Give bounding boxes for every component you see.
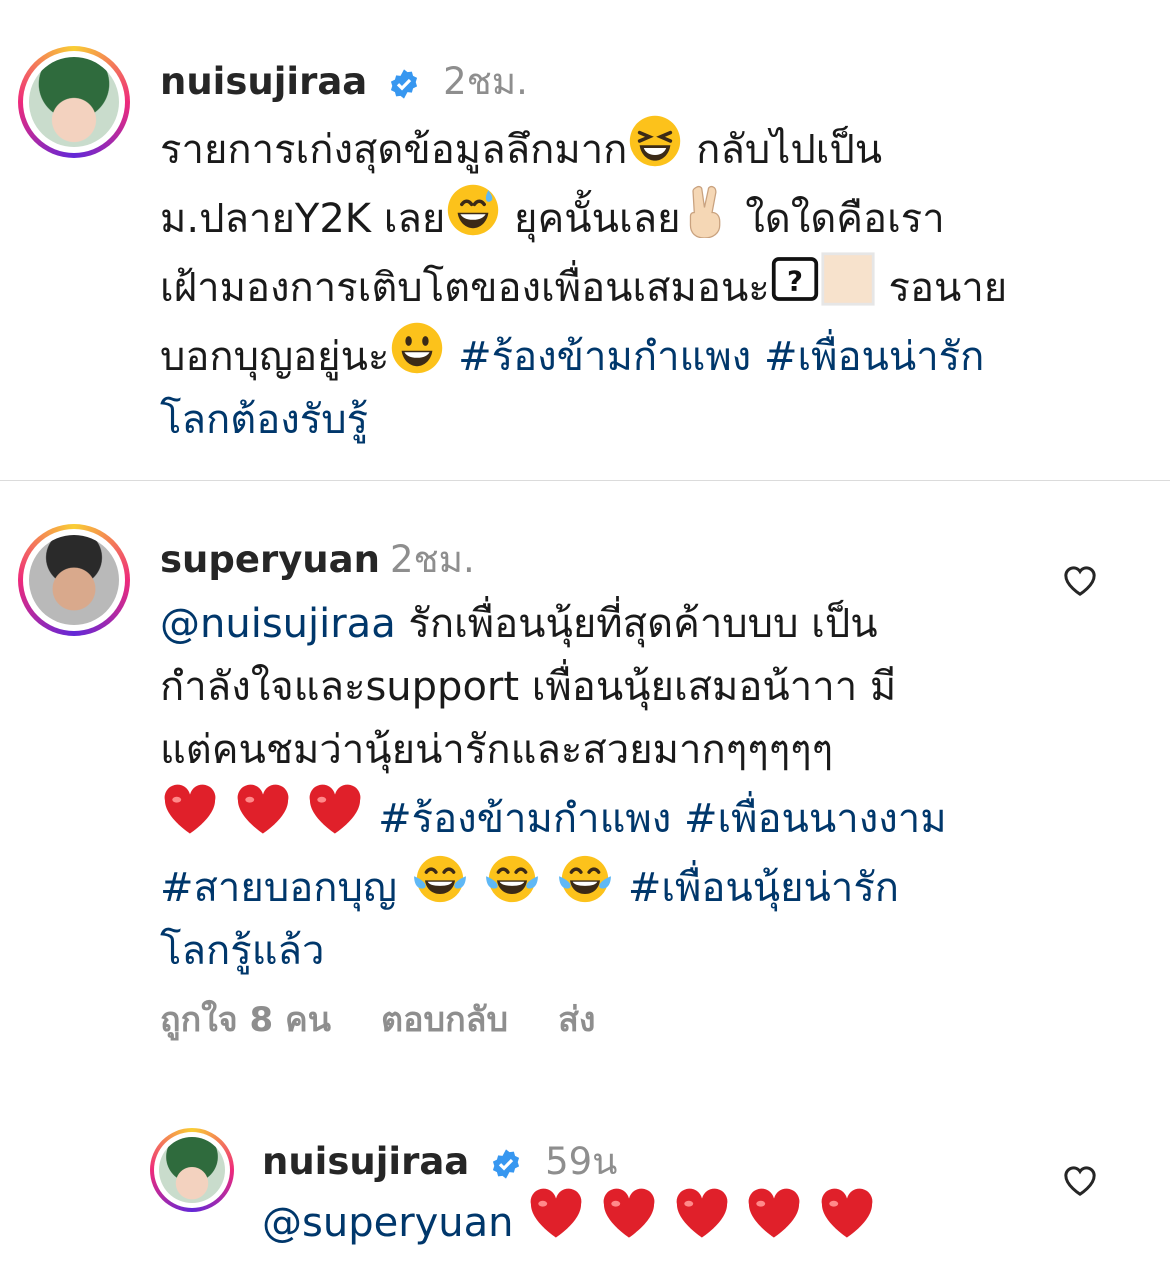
verified-badge-icon	[391, 68, 418, 99]
hashtag-link[interactable]: โลกรู้แล้ว	[160, 928, 324, 974]
verified-badge-icon	[493, 1148, 520, 1179]
mention-link[interactable]: @nuisujiraa	[160, 601, 396, 647]
text-segment: รักเพื่อนนุ้ยที่สุดค้าบบบ เป็น	[395, 601, 878, 647]
red-heart	[530, 1188, 582, 1238]
username[interactable]: superyuan	[160, 538, 380, 581]
svg-text:?: ?	[787, 265, 803, 297]
hashtag-link[interactable]: #เพื่อนนุ้ยน่ารัก	[628, 865, 899, 911]
username[interactable]: nuisujiraa	[262, 1140, 469, 1183]
missing-glyph-box: ?	[771, 257, 818, 301]
username[interactable]: nuisujiraa	[160, 60, 367, 103]
comment-actions: ถูกใจ 8 คน ตอบกลับ ส่ง	[160, 992, 645, 1046]
hashtag-link[interactable]: #เพื่อนนางงาม	[684, 796, 947, 842]
text-segment: ยุคนั้นเลย	[501, 196, 681, 242]
red-heart	[237, 784, 289, 834]
hashtag-link[interactable]: โลกต้องรับรู้	[160, 397, 368, 443]
red-heart	[310, 784, 361, 834]
hashtag-link[interactable]: #สายบอกบุญ	[160, 865, 397, 911]
comment-header: nuisujiraa 59น	[262, 1132, 617, 1191]
timestamp: 59น	[545, 1140, 618, 1183]
grinning-face-with-sweat	[448, 184, 499, 236]
red-heart	[164, 784, 216, 834]
victory-hand	[689, 185, 720, 238]
face-with-tears-of-joy	[559, 855, 612, 903]
text-segment: รอนาย	[875, 265, 1008, 311]
reply-button[interactable]: ตอบกลับ	[381, 1000, 508, 1040]
comment-text: รายการเก่งสุดข้อมูลลึกมาก กลับไปเป็น ม.ป…	[160, 113, 1150, 452]
text-segment: รายการเก่งสุดข้อมูลลึกมาก	[160, 127, 628, 173]
avatar[interactable]	[150, 1128, 234, 1212]
red-heart	[603, 1188, 655, 1238]
skin-tone-swatch	[821, 252, 875, 306]
text-segment: กลับไปเป็น	[683, 127, 883, 173]
face-with-tears-of-joy	[413, 855, 466, 903]
mention-link[interactable]: @superyuan	[262, 1200, 514, 1246]
comment-text: @nuisujiraa รักเพื่อนนุ้ยที่สุดค้าบบบ เป…	[160, 593, 1150, 983]
likes-count-button[interactable]: ถูกใจ 8 คน	[160, 1000, 331, 1040]
text-segment: ม.ปลายY2K เลย	[160, 196, 446, 242]
red-heart	[821, 1188, 873, 1238]
hashtag-link[interactable]: #เพื่อนน่ารัก	[764, 334, 984, 380]
text-segment: บอกบุญอยู่นะ	[160, 334, 390, 380]
send-button[interactable]: ส่ง	[558, 1000, 595, 1040]
text-segment: กำลังใจและsupport เพื่อนนุ้ยเสมอน้าาา มี	[160, 664, 897, 710]
comment-header: nuisujiraa 2ชม.	[160, 52, 528, 111]
comment-header: superyuan 2ชม.	[160, 530, 475, 589]
grinning-squinting-face	[630, 115, 681, 167]
hashtag-link[interactable]: #ร้องข้ามกำแพง	[458, 334, 751, 380]
text-segment: เฝ้ามองการเติบโตของเพื่อนเสมอนะ	[160, 265, 770, 311]
red-heart	[676, 1188, 728, 1238]
divider	[0, 480, 1170, 481]
timestamp: 2ชม.	[389, 538, 475, 581]
face-with-tears-of-joy	[486, 855, 539, 903]
grinning-face	[392, 322, 443, 374]
avatar[interactable]	[18, 46, 130, 158]
comment-text: @superyuan	[262, 1186, 1142, 1255]
avatar[interactable]	[18, 524, 130, 636]
hashtag-link[interactable]: #ร้องข้ามกำแพง	[378, 796, 671, 842]
text-segment: ใดใดคือเรา	[732, 196, 945, 242]
text-segment: แต่คนชมว่านุ้ยน่ารักและสวยมากๆๆๆๆๆ	[160, 727, 834, 773]
timestamp: 2ชม.	[443, 60, 528, 103]
red-heart	[749, 1188, 800, 1238]
